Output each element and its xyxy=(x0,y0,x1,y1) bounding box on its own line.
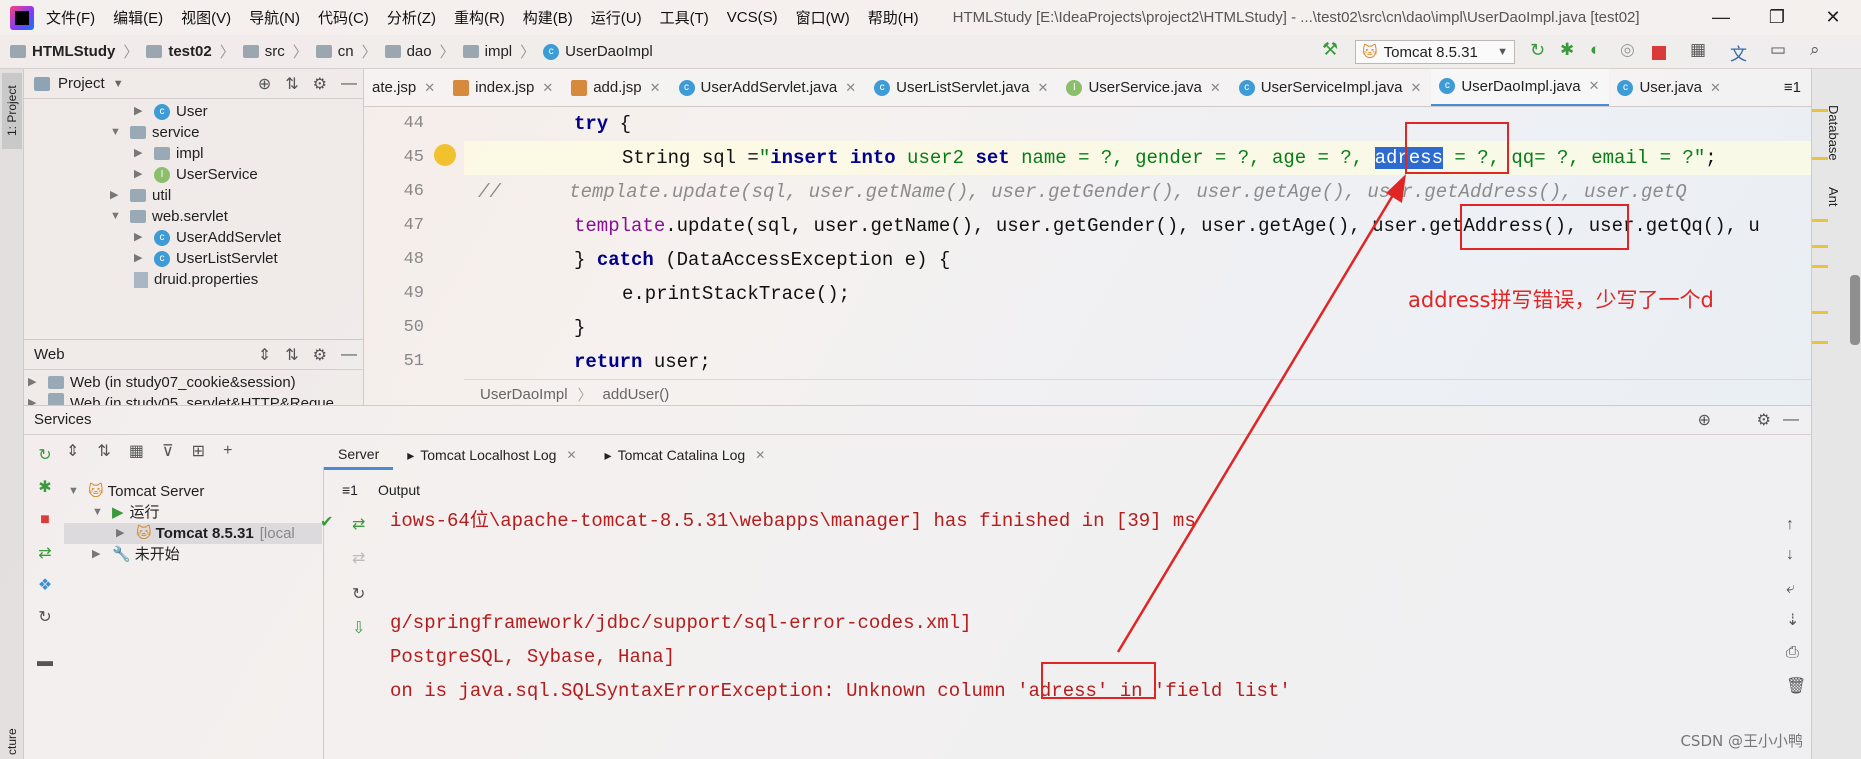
arrow-line xyxy=(1116,189,1398,653)
annotation-arrow xyxy=(1116,174,1406,653)
annotation-text: address拼写错误，少写了一个d xyxy=(1408,288,1714,312)
watermark: CSDN @王小小鸭 xyxy=(1680,732,1803,750)
arrow-head xyxy=(1386,174,1406,203)
